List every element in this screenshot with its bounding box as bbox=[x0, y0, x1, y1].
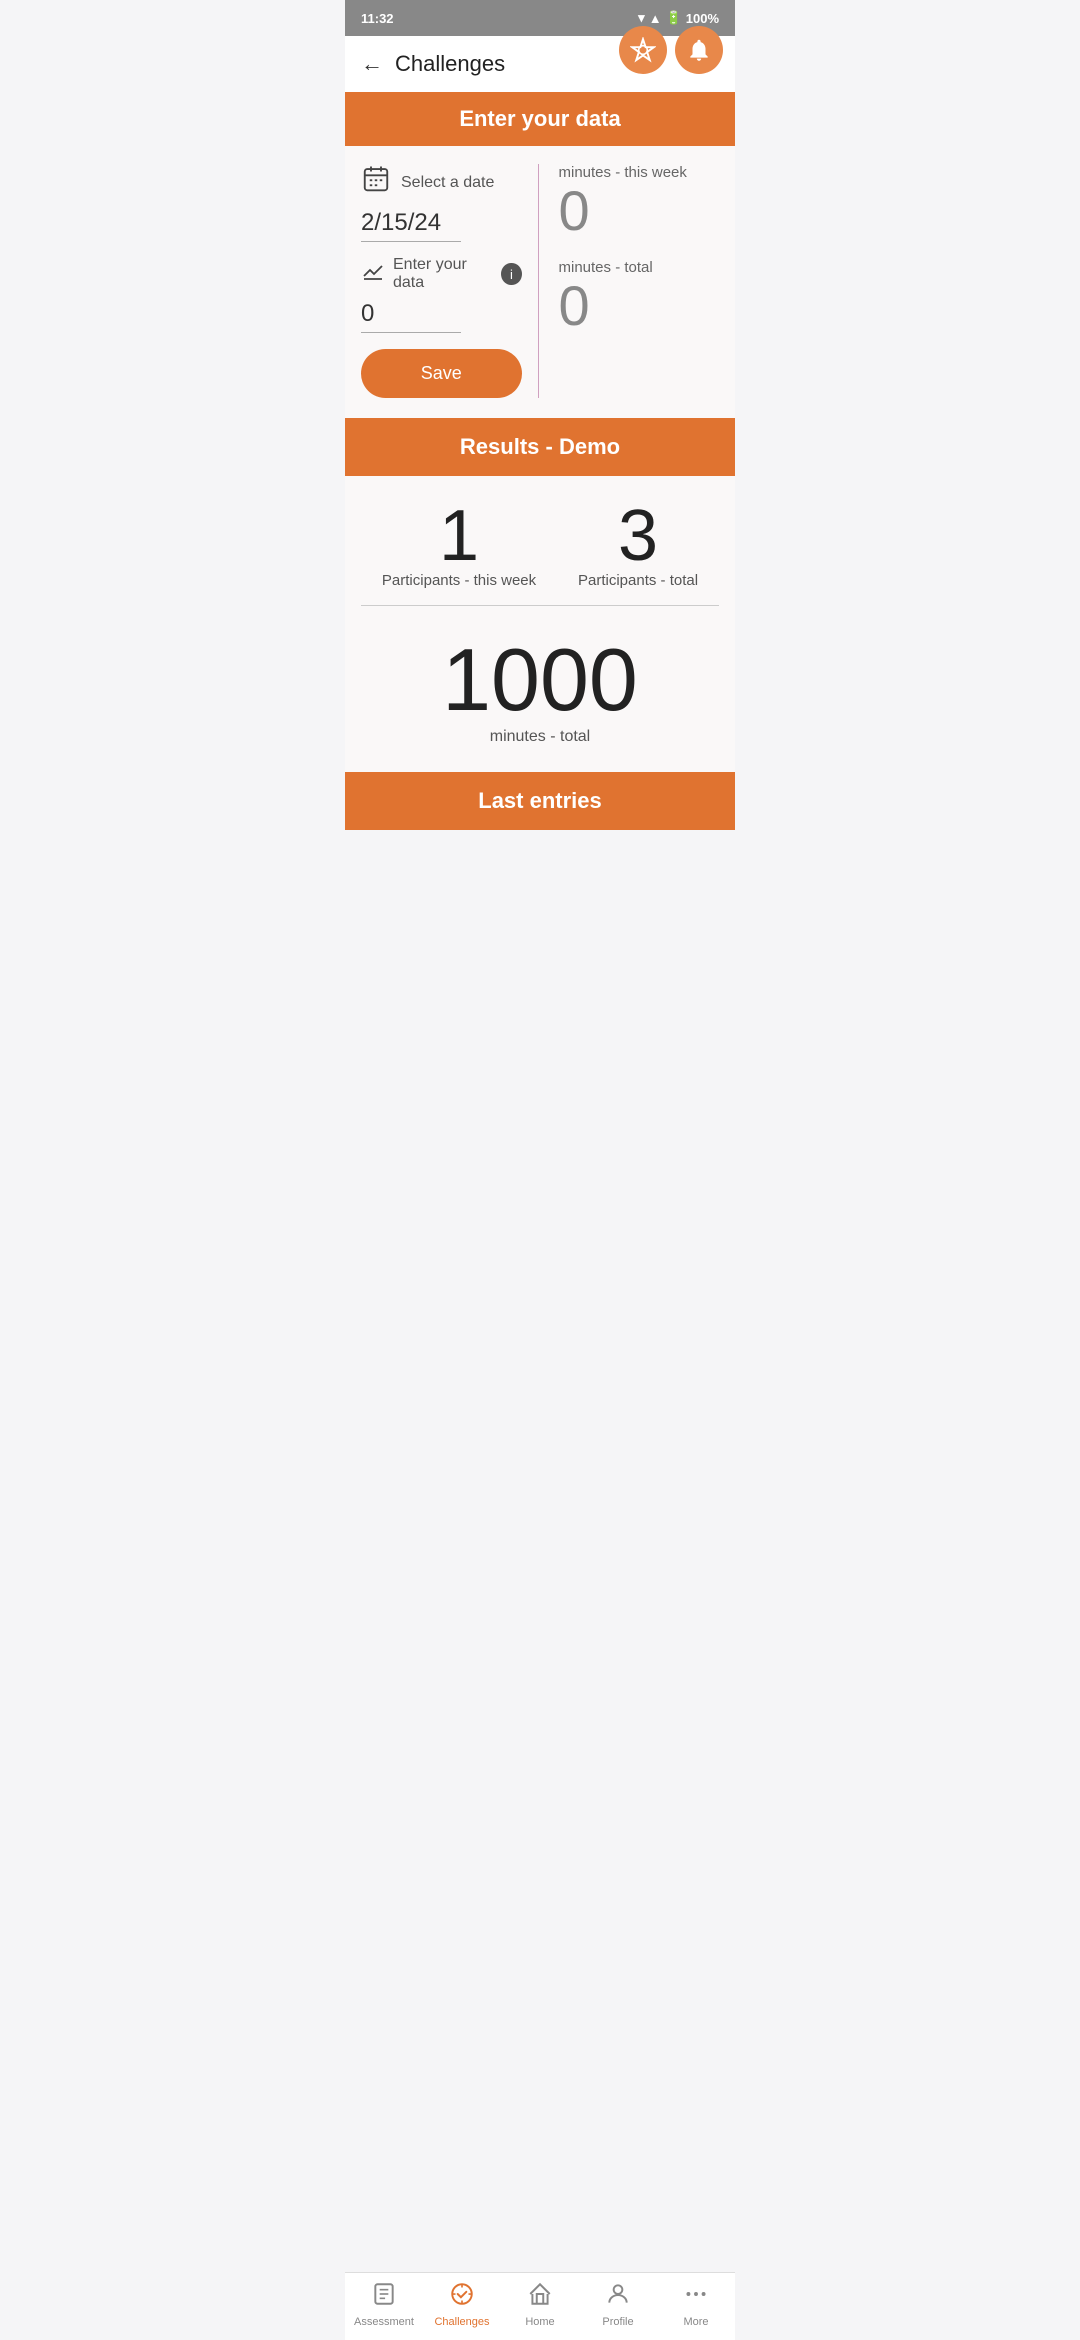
header-action-icons bbox=[619, 26, 723, 74]
minutes-total-value: 0 bbox=[559, 278, 590, 334]
chart-icon bbox=[361, 259, 385, 289]
data-right-column: minutes - this week 0 minutes - total 0 bbox=[539, 164, 720, 398]
nav-label-challenges: Challenges bbox=[434, 2316, 489, 2328]
results-title: Results - Demo bbox=[460, 434, 620, 459]
data-entry-panel: Select a date 2/15/24 Enter your data i … bbox=[345, 146, 735, 418]
nav-item-home[interactable]: Home bbox=[501, 2281, 579, 2328]
participants-this-week-label: Participants - this week bbox=[382, 572, 536, 589]
last-entries-title: Last entries bbox=[478, 788, 602, 813]
nav-label-home: Home bbox=[525, 2316, 554, 2328]
nav-item-challenges[interactable]: Challenges bbox=[423, 2281, 501, 2328]
date-label: Select a date bbox=[401, 174, 494, 192]
calendar-icon bbox=[361, 164, 391, 201]
date-label-row: Select a date bbox=[361, 164, 522, 201]
nav-label-assessment: Assessment bbox=[354, 2316, 414, 2328]
participants-total-block: 3 Participants - total bbox=[578, 500, 698, 589]
nav-item-more[interactable]: More bbox=[657, 2281, 735, 2328]
minutes-total-big-value: 1000 bbox=[361, 636, 719, 724]
page-title: Challenges bbox=[395, 51, 505, 77]
participants-row: 1 Participants - this week 3 Participant… bbox=[361, 500, 719, 589]
participants-this-week-value: 1 bbox=[439, 500, 479, 572]
data-number-input[interactable] bbox=[361, 300, 461, 333]
results-panel: 1 Participants - this week 3 Participant… bbox=[345, 476, 735, 772]
notification-icon-button[interactable] bbox=[675, 26, 723, 74]
battery-percent: 100% bbox=[686, 11, 719, 26]
save-button[interactable]: Save bbox=[361, 349, 522, 398]
divider bbox=[361, 605, 719, 606]
last-entries-section-header: Last entries bbox=[345, 772, 735, 830]
enter-data-section-header: Enter your data bbox=[345, 92, 735, 146]
assessment-icon bbox=[371, 2281, 397, 2314]
bottom-navigation: Assessment Challenges Home bbox=[345, 2272, 735, 2340]
results-section-header: Results - Demo bbox=[345, 418, 735, 476]
status-icons: ▾ ▲ 🔋 100% bbox=[638, 10, 719, 26]
status-time: 11:32 bbox=[361, 11, 394, 26]
battery-icon: 🔋 bbox=[666, 10, 682, 26]
home-icon bbox=[527, 2281, 553, 2314]
enter-data-title: Enter your data bbox=[459, 106, 620, 131]
data-input-label: Enter your data bbox=[393, 256, 493, 292]
info-icon[interactable]: i bbox=[501, 263, 521, 285]
data-input-row: Enter your data i bbox=[361, 256, 522, 292]
challenges-icon bbox=[449, 2281, 475, 2314]
nav-item-profile[interactable]: Profile bbox=[579, 2281, 657, 2328]
participants-this-week-block: 1 Participants - this week bbox=[382, 500, 536, 589]
minutes-total-block: 1000 minutes - total bbox=[361, 626, 719, 756]
signal-icon: ▲ bbox=[649, 11, 662, 26]
participants-total-label: Participants - total bbox=[578, 572, 698, 589]
nav-label-more: More bbox=[683, 2316, 708, 2328]
minutes-total-big-label: minutes - total bbox=[361, 728, 719, 746]
nav-item-assessment[interactable]: Assessment bbox=[345, 2281, 423, 2328]
profile-icon bbox=[605, 2281, 631, 2314]
more-icon bbox=[683, 2281, 709, 2314]
participants-total-value: 3 bbox=[618, 500, 658, 572]
header: ← Challenges bbox=[345, 36, 735, 92]
date-value[interactable]: 2/15/24 bbox=[361, 209, 461, 242]
nav-label-profile: Profile bbox=[602, 2316, 633, 2328]
minutes-this-week-value: 0 bbox=[559, 183, 590, 239]
data-left-column: Select a date 2/15/24 Enter your data i … bbox=[361, 164, 539, 398]
wifi-icon: ▾ bbox=[638, 10, 645, 26]
back-button[interactable]: ← bbox=[361, 51, 383, 77]
badge-icon-button[interactable] bbox=[619, 26, 667, 74]
